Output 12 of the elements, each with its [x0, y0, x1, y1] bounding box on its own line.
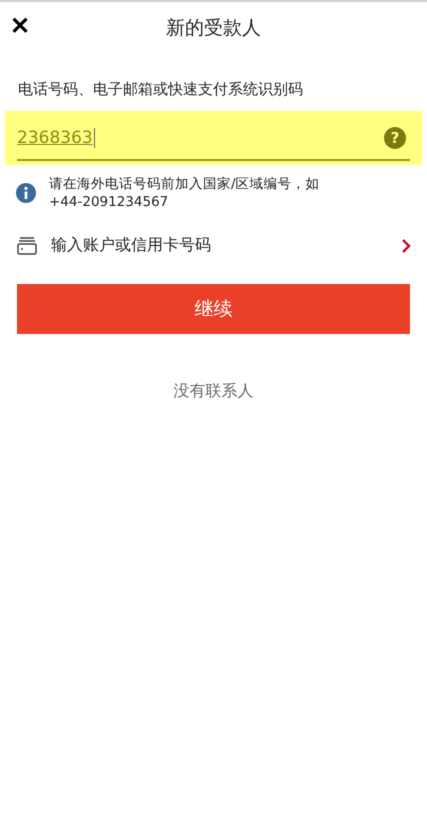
- wallet-icon: [17, 236, 37, 254]
- continue-button[interactable]: 继续: [17, 284, 410, 334]
- input-field[interactable]: 2368363 ?: [5, 111, 422, 165]
- account-link[interactable]: 输入账户或信用卡号码: [17, 235, 411, 256]
- close-button[interactable]: ✕: [6, 12, 34, 41]
- info-text: 请在海外电话号码前加入国家/区域编号，如 +44-2091234567: [49, 175, 321, 211]
- page-title: 新的受款人: [166, 16, 261, 41]
- info-icon: [16, 183, 36, 203]
- field-label: 电话号码、电子邮箱或快速支付系统识别码: [18, 80, 304, 99]
- empty-contacts-text: 没有联系人: [172, 381, 254, 402]
- chevron-right-icon: [401, 238, 411, 254]
- help-icon[interactable]: ?: [384, 127, 406, 149]
